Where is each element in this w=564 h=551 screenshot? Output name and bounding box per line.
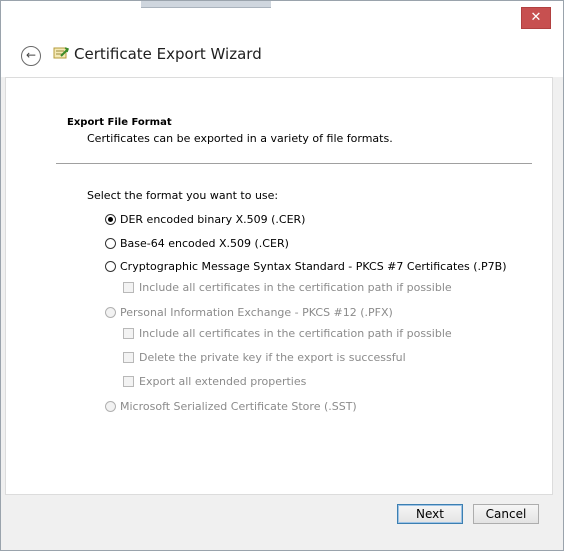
wizard-header: ← Certificate Export Wizard	[1, 37, 563, 77]
wizard-window: ✕ ← Certificate Export Wizard Export Fil…	[0, 0, 564, 551]
divider	[56, 163, 532, 164]
certificate-icon	[53, 47, 69, 59]
wizard-title: Certificate Export Wizard	[74, 45, 262, 63]
next-button[interactable]: Next	[397, 504, 463, 524]
checkbox-export-extended-box[interactable]	[123, 376, 134, 387]
close-button[interactable]: ✕	[521, 7, 551, 29]
option-der[interactable]: DER encoded binary X.509 (.CER)	[105, 213, 305, 226]
option-pfx[interactable]: Personal Information Exchange - PKCS #12…	[105, 306, 393, 319]
checkbox-pfx-include-path[interactable]: Include all certificates in the certific…	[123, 327, 452, 340]
option-pkcs7[interactable]: Cryptographic Message Syntax Standard - …	[105, 260, 507, 273]
checkbox-delete-private-key-box[interactable]	[123, 352, 134, 363]
checkbox-pkcs7-include-path-label: Include all certificates in the certific…	[139, 281, 452, 294]
section-description: Certificates can be exported in a variet…	[87, 132, 393, 145]
option-base64[interactable]: Base-64 encoded X.509 (.CER)	[105, 237, 289, 250]
checkbox-pkcs7-include-path-box[interactable]	[123, 282, 134, 293]
radio-base64[interactable]	[105, 238, 116, 249]
option-base64-label: Base-64 encoded X.509 (.CER)	[120, 237, 289, 250]
radio-sst[interactable]	[105, 401, 116, 412]
checkbox-delete-private-key[interactable]: Delete the private key if the export is …	[123, 351, 406, 364]
format-prompt: Select the format you want to use:	[87, 189, 279, 202]
option-sst-label: Microsoft Serialized Certificate Store (…	[120, 400, 357, 413]
title-bar: ✕	[1, 1, 563, 37]
option-sst[interactable]: Microsoft Serialized Certificate Store (…	[105, 400, 357, 413]
back-arrow-icon[interactable]: ←	[21, 46, 41, 66]
radio-pfx[interactable]	[105, 307, 116, 318]
checkbox-delete-private-key-label: Delete the private key if the export is …	[139, 351, 406, 364]
checkbox-export-extended-label: Export all extended properties	[139, 375, 307, 388]
option-pkcs7-label: Cryptographic Message Syntax Standard - …	[120, 260, 507, 273]
checkbox-export-extended[interactable]: Export all extended properties	[123, 375, 306, 388]
checkbox-pfx-include-path-label: Include all certificates in the certific…	[139, 327, 452, 340]
section-heading: Export File Format	[67, 117, 172, 128]
background-window-strip	[141, 1, 271, 8]
option-der-label: DER encoded binary X.509 (.CER)	[120, 213, 306, 226]
option-pfx-label: Personal Information Exchange - PKCS #12…	[120, 306, 393, 319]
cancel-button[interactable]: Cancel	[473, 504, 539, 524]
radio-pkcs7[interactable]	[105, 261, 116, 272]
wizard-content: Export File Format Certificates can be e…	[5, 77, 553, 495]
checkbox-pfx-include-path-box[interactable]	[123, 328, 134, 339]
radio-der[interactable]	[105, 214, 116, 225]
checkbox-pkcs7-include-path[interactable]: Include all certificates in the certific…	[123, 281, 452, 294]
